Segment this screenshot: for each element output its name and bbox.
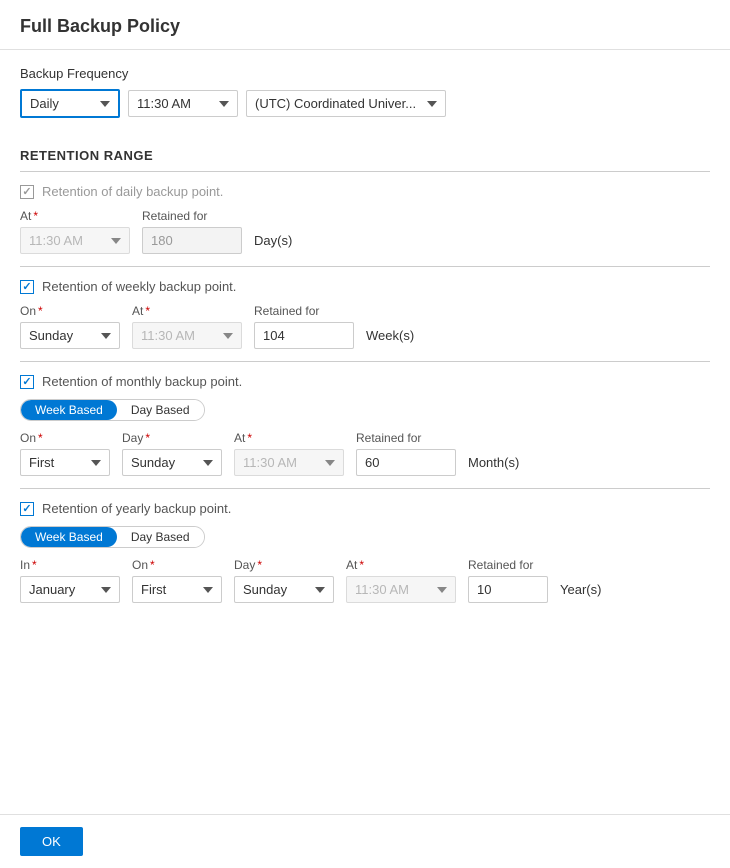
- yearly-in-label: In *: [20, 558, 120, 572]
- frequency-row: Daily Weekly Monthly 11:30 AM 12:00 AM 1…: [20, 89, 710, 118]
- weekly-retention-label: Retention of weekly backup point.: [42, 279, 236, 294]
- weekly-retention-block: Retention of weekly backup point. On * S…: [20, 267, 710, 362]
- page-container: Full Backup Policy Backup Frequency Dail…: [0, 0, 730, 868]
- monthly-at-select: 11:30 AM: [234, 449, 344, 476]
- yearly-at-required: *: [359, 558, 364, 572]
- daily-unit-label: Day(s): [254, 233, 292, 254]
- daily-at-label: At *: [20, 209, 130, 223]
- weekly-retention-header: Retention of weekly backup point.: [20, 279, 710, 294]
- weekly-on-select[interactable]: Sunday Monday Tuesday Wednesday Thursday…: [20, 322, 120, 349]
- monthly-on-label: On *: [20, 431, 110, 445]
- backup-frequency-label: Backup Frequency: [20, 66, 710, 81]
- weekly-at-label: At *: [132, 304, 242, 318]
- monthly-retained-label: Retained for: [356, 431, 456, 445]
- weekly-on-group: On * Sunday Monday Tuesday Wednesday Thu…: [20, 304, 120, 349]
- monthly-week-based-btn[interactable]: Week Based: [21, 400, 117, 420]
- yearly-at-group: At * 11:30 AM: [346, 558, 456, 603]
- monthly-day-label: Day *: [122, 431, 222, 445]
- weekly-at-select: 11:30 AM: [132, 322, 242, 349]
- daily-at-select: 11:30 AM: [20, 227, 130, 254]
- daily-retention-header: Retention of daily backup point.: [20, 184, 710, 199]
- weekly-retained-group: Retained for: [254, 304, 354, 349]
- ok-button[interactable]: OK: [20, 827, 83, 856]
- yearly-retained-label: Retained for: [468, 558, 548, 572]
- daily-retained-label: Retained for: [142, 209, 242, 223]
- weekly-at-required: *: [145, 304, 150, 318]
- yearly-in-required: *: [32, 558, 37, 572]
- daily-retained-input: [142, 227, 242, 254]
- yearly-retained-input[interactable]: [468, 576, 548, 603]
- yearly-retention-label: Retention of yearly backup point.: [42, 501, 231, 516]
- yearly-at-label: At *: [346, 558, 456, 572]
- weekly-fields-row: On * Sunday Monday Tuesday Wednesday Thu…: [20, 304, 710, 349]
- daily-retention-checkbox[interactable]: [20, 185, 34, 199]
- yearly-on-required: *: [150, 558, 155, 572]
- yearly-at-select: 11:30 AM: [346, 576, 456, 603]
- retention-range-title: RETENTION RANGE: [20, 138, 710, 172]
- monthly-at-required: *: [247, 431, 252, 445]
- monthly-fields-row: On * First Second Third Fourth Last Day …: [20, 431, 710, 476]
- monthly-on-select[interactable]: First Second Third Fourth Last: [20, 449, 110, 476]
- weekly-retention-checkbox[interactable]: [20, 280, 34, 294]
- yearly-in-group: In * January February March April May Ju…: [20, 558, 120, 603]
- yearly-in-select[interactable]: January February March April May June Ju…: [20, 576, 120, 603]
- yearly-day-required: *: [257, 558, 262, 572]
- yearly-retained-group: Retained for: [468, 558, 548, 603]
- monthly-day-select[interactable]: Sunday Monday Tuesday Wednesday Thursday…: [122, 449, 222, 476]
- monthly-on-required: *: [38, 431, 43, 445]
- page-title: Full Backup Policy: [0, 0, 730, 50]
- yearly-day-group: Day * Sunday Monday Tuesday Wednesday Th…: [234, 558, 334, 603]
- weekly-on-required: *: [38, 304, 43, 318]
- daily-at-group: At * 11:30 AM: [20, 209, 130, 254]
- yearly-retention-checkbox[interactable]: [20, 502, 34, 516]
- backup-time-select[interactable]: 11:30 AM 12:00 AM 1:00 AM: [128, 90, 238, 117]
- yearly-week-based-btn[interactable]: Week Based: [21, 527, 117, 547]
- yearly-unit-label: Year(s): [560, 582, 601, 603]
- monthly-toggle-group: Week Based Day Based: [20, 399, 205, 421]
- daily-retention-block: Retention of daily backup point. At * 11…: [20, 172, 710, 267]
- monthly-retained-group: Retained for: [356, 431, 456, 476]
- monthly-unit-label: Month(s): [468, 455, 519, 476]
- monthly-day-group: Day * Sunday Monday Tuesday Wednesday Th…: [122, 431, 222, 476]
- yearly-retention-block: Retention of yearly backup point. Week B…: [20, 489, 710, 615]
- monthly-retention-block: Retention of monthly backup point. Week …: [20, 362, 710, 489]
- daily-retention-label: Retention of daily backup point.: [42, 184, 223, 199]
- frequency-select[interactable]: Daily Weekly Monthly: [20, 89, 120, 118]
- yearly-fields-row: In * January February March April May Ju…: [20, 558, 710, 603]
- yearly-on-select[interactable]: First Second Third Fourth Last: [132, 576, 222, 603]
- monthly-day-required: *: [145, 431, 150, 445]
- monthly-retention-header: Retention of monthly backup point.: [20, 374, 710, 389]
- monthly-at-group: At * 11:30 AM: [234, 431, 344, 476]
- yearly-day-label: Day *: [234, 558, 334, 572]
- weekly-at-group: At * 11:30 AM: [132, 304, 242, 349]
- monthly-at-label: At *: [234, 431, 344, 445]
- daily-at-required: *: [33, 209, 38, 223]
- daily-retained-group: Retained for: [142, 209, 242, 254]
- weekly-retained-input[interactable]: [254, 322, 354, 349]
- main-content: Backup Frequency Daily Weekly Monthly 11…: [0, 50, 730, 814]
- monthly-retention-label: Retention of monthly backup point.: [42, 374, 242, 389]
- weekly-on-label: On *: [20, 304, 120, 318]
- yearly-day-based-btn[interactable]: Day Based: [117, 527, 204, 547]
- yearly-retention-header: Retention of yearly backup point.: [20, 501, 710, 516]
- yearly-day-select[interactable]: Sunday Monday Tuesday Wednesday Thursday…: [234, 576, 334, 603]
- yearly-toggle-group: Week Based Day Based: [20, 526, 205, 548]
- monthly-day-based-btn[interactable]: Day Based: [117, 400, 204, 420]
- timezone-select[interactable]: (UTC) Coordinated Univer... (UTC-05:00) …: [246, 90, 446, 117]
- monthly-on-group: On * First Second Third Fourth Last: [20, 431, 110, 476]
- daily-fields-row: At * 11:30 AM Retained for Day(s): [20, 209, 710, 254]
- monthly-retention-checkbox[interactable]: [20, 375, 34, 389]
- footer: OK: [0, 814, 730, 868]
- monthly-retained-input[interactable]: [356, 449, 456, 476]
- weekly-unit-label: Week(s): [366, 328, 414, 349]
- yearly-on-label: On *: [132, 558, 222, 572]
- yearly-on-group: On * First Second Third Fourth Last: [132, 558, 222, 603]
- weekly-retained-label: Retained for: [254, 304, 354, 318]
